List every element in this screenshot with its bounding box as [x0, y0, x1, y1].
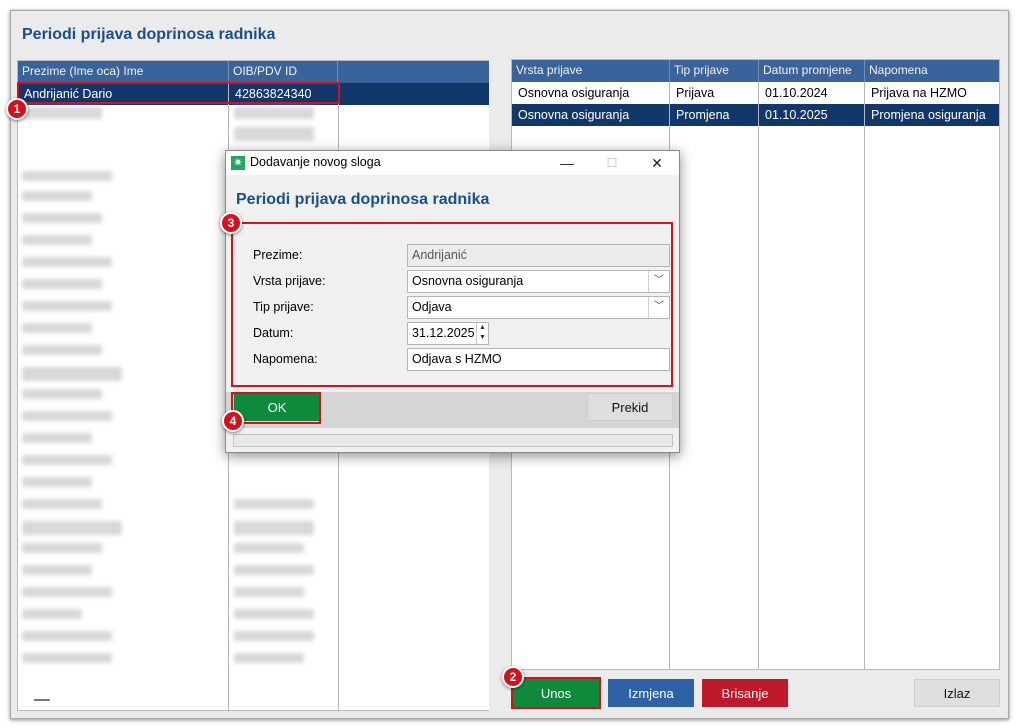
table-row[interactable]: Osnovna osiguranja Prijava 01.10.2024 Pr… [512, 82, 999, 104]
record-form: Prezime: Andrijanić Vrsta prijave: Osnov… [233, 224, 673, 385]
blurred-row [234, 543, 304, 553]
blurred-row [22, 543, 102, 553]
napomena-field[interactable]: Odjava s HZMO [407, 348, 670, 371]
prezime-field: Andrijanić [407, 244, 670, 267]
datum-value: 31.12.2025 [412, 326, 475, 340]
blurred-row [22, 389, 102, 399]
blurred-row [22, 279, 102, 289]
spin-down-icon[interactable]: ▼ [477, 333, 488, 343]
blurred-row [22, 301, 112, 311]
dialog-button-bar: OK Prekid [226, 392, 679, 428]
blurred-row [234, 499, 314, 509]
tip-prijave-value: Odjava [412, 300, 452, 314]
blurred-row [22, 411, 112, 421]
cell-napomena: Promjena osiguranja [871, 108, 986, 122]
unos-button[interactable]: Unos [513, 679, 599, 707]
ok-button[interactable]: OK [234, 393, 320, 421]
tip-prijave-label: Tip prijave: [253, 300, 314, 314]
app-star-icon: ✷ [231, 156, 245, 170]
datum-field[interactable]: 31.12.2025 ▲ ▼ [407, 322, 489, 345]
blurred-row [22, 587, 112, 597]
tip-prijave-select[interactable]: Odjava ﹀ [407, 296, 670, 319]
cell-napomena: Prijava na HZMO [871, 86, 967, 100]
date-spinner[interactable]: ▲ ▼ [476, 323, 488, 344]
brisanje-button[interactable]: Brisanje [702, 679, 788, 707]
vrsta-prijave-label: Vrsta prijave: [253, 274, 326, 288]
blurred-row [22, 631, 112, 641]
blurred-row [22, 257, 112, 267]
blurred-row [234, 609, 314, 619]
cell-datum: 01.10.2024 [765, 86, 828, 100]
blurred-row [22, 235, 92, 245]
spin-up-icon[interactable]: ▲ [477, 323, 488, 333]
callout-badge-1: 1 [6, 98, 28, 120]
blurred-row [22, 107, 102, 119]
blurred-row [234, 653, 304, 663]
maximize-icon[interactable]: ☐ [592, 151, 632, 175]
blurred-row [22, 455, 112, 465]
chevron-down-icon[interactable]: ﹀ [648, 271, 669, 292]
close-icon[interactable]: ✕ [637, 151, 677, 175]
dialog-window-title: Dodavanje novog sloga [250, 155, 381, 169]
column-divider [758, 82, 759, 669]
vrsta-prijave-value: Osnovna osiguranja [412, 274, 524, 288]
blurred-row [22, 477, 92, 487]
column-divider [864, 82, 865, 669]
employee-oib-cell: 42863824340 [235, 87, 312, 101]
blurred-row [22, 345, 102, 355]
chevron-down-icon[interactable]: ﹀ [648, 297, 669, 318]
blurred-row [22, 171, 112, 181]
blurred-row [234, 107, 314, 119]
blurred-row [234, 127, 314, 141]
blurred-row [234, 631, 314, 641]
blurred-row [234, 521, 314, 535]
blurred-row [22, 653, 112, 663]
cell-tip: Prijava [676, 86, 715, 100]
add-record-dialog: ✷ Dodavanje novog sloga — ☐ ✕ Periodi pr… [225, 150, 680, 453]
prekid-button[interactable]: Prekid [587, 393, 673, 421]
dialog-titlebar[interactable]: ✷ Dodavanje novog sloga — ☐ ✕ [226, 151, 679, 175]
blurred-row [22, 609, 82, 619]
blurred-row [22, 521, 122, 535]
column-header-oib[interactable]: OIB/PDV ID [229, 61, 338, 83]
blurred-row [234, 565, 314, 575]
table-row-selected[interactable]: Andrijanić Dario 42863824340 [18, 83, 489, 105]
callout-badge-3: 3 [220, 212, 242, 234]
employee-grid-header: Prezime (Ime oca) Ime OIB/PDV ID [18, 61, 489, 83]
blurred-row [22, 323, 92, 333]
dialog-status-bar [233, 434, 673, 447]
callout-badge-2: 2 [502, 666, 524, 688]
blurred-row [22, 433, 92, 443]
blurred-row [22, 499, 102, 509]
column-header-tip-prijave[interactable]: Tip prijave [670, 60, 759, 82]
blurred-row [22, 191, 92, 201]
prezime-label: Prezime: [253, 248, 303, 262]
blurred-row [22, 565, 92, 575]
cell-datum: 01.10.2025 [765, 108, 828, 122]
blurred-row [22, 367, 122, 381]
vrsta-prijave-select[interactable]: Osnovna osiguranja ﹀ [407, 270, 670, 293]
column-header-vrsta-prijave[interactable]: Vrsta prijave [512, 60, 670, 82]
datum-label: Datum: [253, 326, 294, 340]
employee-name-cell: Andrijanić Dario [24, 87, 113, 101]
blurred-row [22, 213, 102, 223]
dialog-heading: Periodi prijava doprinosa radnika [236, 191, 490, 208]
cell-tip: Promjena [676, 108, 730, 122]
minimize-icon[interactable]: — [547, 151, 587, 175]
cell-vrsta: Osnovna osiguranja [518, 108, 630, 122]
grid-footer-marker [34, 699, 50, 701]
column-header-name[interactable]: Prezime (Ime oca) Ime [18, 61, 229, 83]
callout-badge-4: 4 [222, 410, 244, 432]
table-row-selected[interactable]: Osnovna osiguranja Promjena 01.10.2025 P… [512, 104, 999, 126]
column-header-datum-promjene[interactable]: Datum promjene [759, 60, 865, 82]
registration-grid-header: Vrsta prijave Tip prijave Datum promjene… [512, 60, 999, 82]
page-title: Periodi prijava doprinosa radnika [22, 26, 276, 43]
column-header-napomena[interactable]: Napomena [865, 60, 999, 82]
napomena-label: Napomena: [253, 352, 318, 366]
izmjena-button[interactable]: Izmjena [608, 679, 694, 707]
izlaz-button[interactable]: Izlaz [914, 679, 1000, 707]
cell-vrsta: Osnovna osiguranja [518, 86, 630, 100]
blurred-row [234, 587, 304, 597]
